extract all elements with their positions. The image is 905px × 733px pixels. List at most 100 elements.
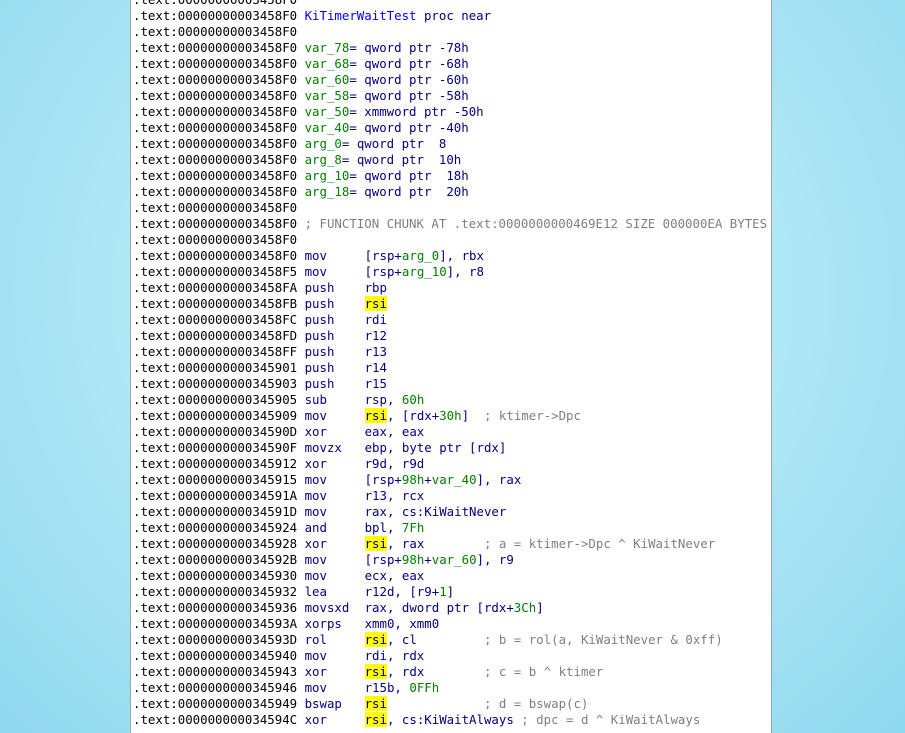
code-line[interactable]: .text:00000000003458F0 ; FUNCTION CHUNK … bbox=[131, 216, 771, 232]
stack-var-name[interactable]: var_40 bbox=[305, 120, 350, 135]
operand-symbol[interactable]: arg_0 bbox=[402, 248, 439, 263]
address-label: .text:00000000003458F0 bbox=[133, 104, 298, 119]
stack-var-name[interactable]: arg_8 bbox=[305, 152, 342, 167]
operand: ] bbox=[461, 408, 484, 423]
code-line[interactable]: .text:0000000000345903 push r15 bbox=[131, 376, 771, 392]
operand: r15 bbox=[364, 376, 387, 391]
code-line[interactable]: .text:00000000003458F0 var_68= qword ptr… bbox=[131, 56, 771, 72]
code-line[interactable]: .text:00000000003458F0 var_58= qword ptr… bbox=[131, 88, 771, 104]
proc-name[interactable]: KiTimerWaitTest bbox=[305, 8, 417, 23]
stack-var-decl: = qword ptr -68h bbox=[349, 56, 469, 71]
stack-var-name[interactable]: var_68 bbox=[305, 56, 350, 71]
highlighted-register[interactable]: rsi bbox=[364, 712, 387, 727]
code-line[interactable]: .text:0000000000345905 sub rsp, 60h bbox=[131, 392, 771, 408]
mnemonic: movzx bbox=[304, 440, 342, 455]
code-line[interactable]: .text:00000000003458F0 var_60= qword ptr… bbox=[131, 72, 771, 88]
highlighted-register[interactable]: rsi bbox=[364, 296, 387, 311]
code-line[interactable]: .text:0000000000345924 and bpl, 7Fh bbox=[131, 520, 771, 536]
operand: rsp, bbox=[364, 392, 402, 407]
stack-var-decl: = qword ptr 20h bbox=[349, 184, 469, 199]
highlighted-register[interactable]: rsi bbox=[364, 408, 387, 423]
mnemonic: mov bbox=[304, 488, 327, 503]
highlighted-register[interactable]: rsi bbox=[364, 632, 387, 647]
operand: rdi, rdx bbox=[364, 648, 425, 663]
address-label: .text:0000000000345946 bbox=[133, 680, 298, 695]
code-line[interactable]: .text:000000000034591A mov r13, rcx bbox=[131, 488, 771, 504]
highlighted-register[interactable]: rsi bbox=[364, 696, 387, 711]
code-line[interactable]: .text:0000000000345946 mov r15b, 0FFh bbox=[131, 680, 771, 696]
code-line[interactable]: .text:00000000003458F0 arg_10= qword ptr… bbox=[131, 168, 771, 184]
highlighted-register[interactable]: rsi bbox=[364, 664, 387, 679]
code-line[interactable]: .text:000000000034590D xor eax, eax bbox=[131, 424, 771, 440]
code-line[interactable]: .text:00000000003458F0 bbox=[131, 232, 771, 248]
code-line[interactable]: .text:00000000003458F0 var_40= qword ptr… bbox=[131, 120, 771, 136]
stack-var-decl: = qword ptr -58h bbox=[349, 88, 469, 103]
operand: r12 bbox=[364, 328, 387, 343]
address-label: .text:00000000003458F0 bbox=[133, 232, 298, 247]
stack-var-name[interactable]: arg_18 bbox=[305, 184, 350, 199]
code-line[interactable]: .text:00000000003458F0 arg_18= qword ptr… bbox=[131, 184, 771, 200]
operand-number: 0FFh bbox=[409, 680, 440, 695]
address-label: .text:00000000003458F0 bbox=[133, 0, 297, 7]
mnemonic: mov bbox=[304, 248, 327, 263]
stack-var-name[interactable]: var_50 bbox=[305, 104, 350, 119]
code-line[interactable]: .text:000000000034590F movzx ebp, byte pt… bbox=[131, 440, 771, 456]
stack-var-name[interactable]: arg_0 bbox=[305, 136, 342, 151]
operand: ], r8 bbox=[446, 264, 484, 279]
code-line[interactable]: .text:00000000003458FB push rsi bbox=[131, 296, 771, 312]
address-label: .text:00000000003458F0 bbox=[133, 88, 298, 103]
code-line[interactable]: .text:0000000000345936 movsxd rax, dword … bbox=[131, 600, 771, 616]
mnemonic: xor bbox=[304, 424, 327, 439]
code-line[interactable]: .text:00000000003458F0 bbox=[131, 0, 771, 8]
highlighted-register[interactable]: rsi bbox=[364, 536, 387, 551]
code-line[interactable]: .text:00000000003458F0 arg_0= qword ptr … bbox=[131, 136, 771, 152]
code-line[interactable]: .text:00000000003458FA push rbp bbox=[131, 280, 771, 296]
code-line[interactable]: .text:00000000003458FD push r12 bbox=[131, 328, 771, 344]
code-line[interactable]: .text:00000000003458F0 mov [rsp+arg_0], r… bbox=[131, 248, 771, 264]
code-line[interactable]: .text:00000000003458FC push rdi bbox=[131, 312, 771, 328]
stack-var-decl: = qword ptr -40h bbox=[349, 120, 469, 135]
address-label: .text:000000000034591D bbox=[133, 504, 298, 519]
operand-number: 3Ch bbox=[513, 600, 537, 615]
address-label: .text:00000000003458FB bbox=[133, 296, 298, 311]
operand-symbol[interactable]: arg_10 bbox=[402, 264, 447, 279]
code-line[interactable]: .text:000000000034594C xor rsi, cs:KiWait… bbox=[131, 712, 771, 728]
code-line[interactable]: .text:0000000000345940 mov rdi, rdx bbox=[131, 648, 771, 664]
code-line[interactable]: .text:0000000000345909 mov rsi, [rdx+30h]… bbox=[131, 408, 771, 424]
mnemonic: push bbox=[304, 376, 335, 391]
address-label: .text:000000000034593D bbox=[133, 632, 298, 647]
stack-var-name[interactable]: var_60 bbox=[305, 72, 350, 87]
code-line[interactable]: .text:00000000003458FF push r13 bbox=[131, 344, 771, 360]
address-label: .text:00000000003458F0 bbox=[133, 152, 298, 167]
code-line[interactable]: .text:00000000003458F0 bbox=[131, 24, 771, 40]
code-line[interactable]: .text:0000000000345943 xor rsi, rdx ; c =… bbox=[131, 664, 771, 680]
code-line[interactable]: .text:000000000034591D mov rax, cs:KiWait… bbox=[131, 504, 771, 520]
code-line[interactable]: .text:000000000034593D rol rsi, cl ; b = … bbox=[131, 632, 771, 648]
operand-symbol[interactable]: var_60 bbox=[432, 552, 477, 567]
code-line[interactable]: .text:00000000003458F0 bbox=[131, 200, 771, 216]
code-line[interactable]: .text:00000000003458F0 var_78= qword ptr… bbox=[131, 40, 771, 56]
stack-var-name[interactable]: var_58 bbox=[305, 88, 350, 103]
code-line[interactable]: .text:00000000003458F0 KiTimerWaitTest p… bbox=[131, 8, 771, 24]
code-line[interactable]: .text:0000000000345932 lea r12d, [r9+1] bbox=[131, 584, 771, 600]
stack-var-name[interactable]: arg_10 bbox=[305, 168, 350, 183]
mnemonic: mov bbox=[304, 552, 327, 567]
code-line[interactable]: .text:000000000034593A xorps xmm0, xmm0 bbox=[131, 616, 771, 632]
operand-number: 60h bbox=[401, 392, 425, 407]
code-line[interactable]: .text:0000000000345915 mov [rsp+98h+var_4… bbox=[131, 472, 771, 488]
code-line[interactable]: .text:00000000003458F0 var_50= xmmword p… bbox=[131, 104, 771, 120]
operand: + bbox=[424, 552, 432, 567]
code-line[interactable]: .text:00000000003458F5 mov [rsp+arg_10], … bbox=[131, 264, 771, 280]
disassembly-view[interactable]: .text:00000000003458F0.text:000000000034… bbox=[130, 0, 772, 733]
operand: r9d, r9d bbox=[364, 456, 425, 471]
code-line[interactable]: .text:0000000000345949 bswap rsi ; d = bs… bbox=[131, 696, 771, 712]
code-line[interactable]: .text:00000000003458F0 arg_8= qword ptr … bbox=[131, 152, 771, 168]
operand: , rax bbox=[386, 536, 484, 551]
code-line[interactable]: .text:0000000000345928 xor rsi, rax ; a =… bbox=[131, 536, 771, 552]
code-line[interactable]: .text:0000000000345901 push r14 bbox=[131, 360, 771, 376]
code-line[interactable]: .text:0000000000345930 mov ecx, eax bbox=[131, 568, 771, 584]
code-line[interactable]: .text:0000000000345912 xor r9d, r9d bbox=[131, 456, 771, 472]
code-line[interactable]: .text:000000000034592B mov [rsp+98h+var_6… bbox=[131, 552, 771, 568]
operand-symbol[interactable]: var_40 bbox=[432, 472, 477, 487]
stack-var-name[interactable]: var_78 bbox=[305, 40, 350, 55]
